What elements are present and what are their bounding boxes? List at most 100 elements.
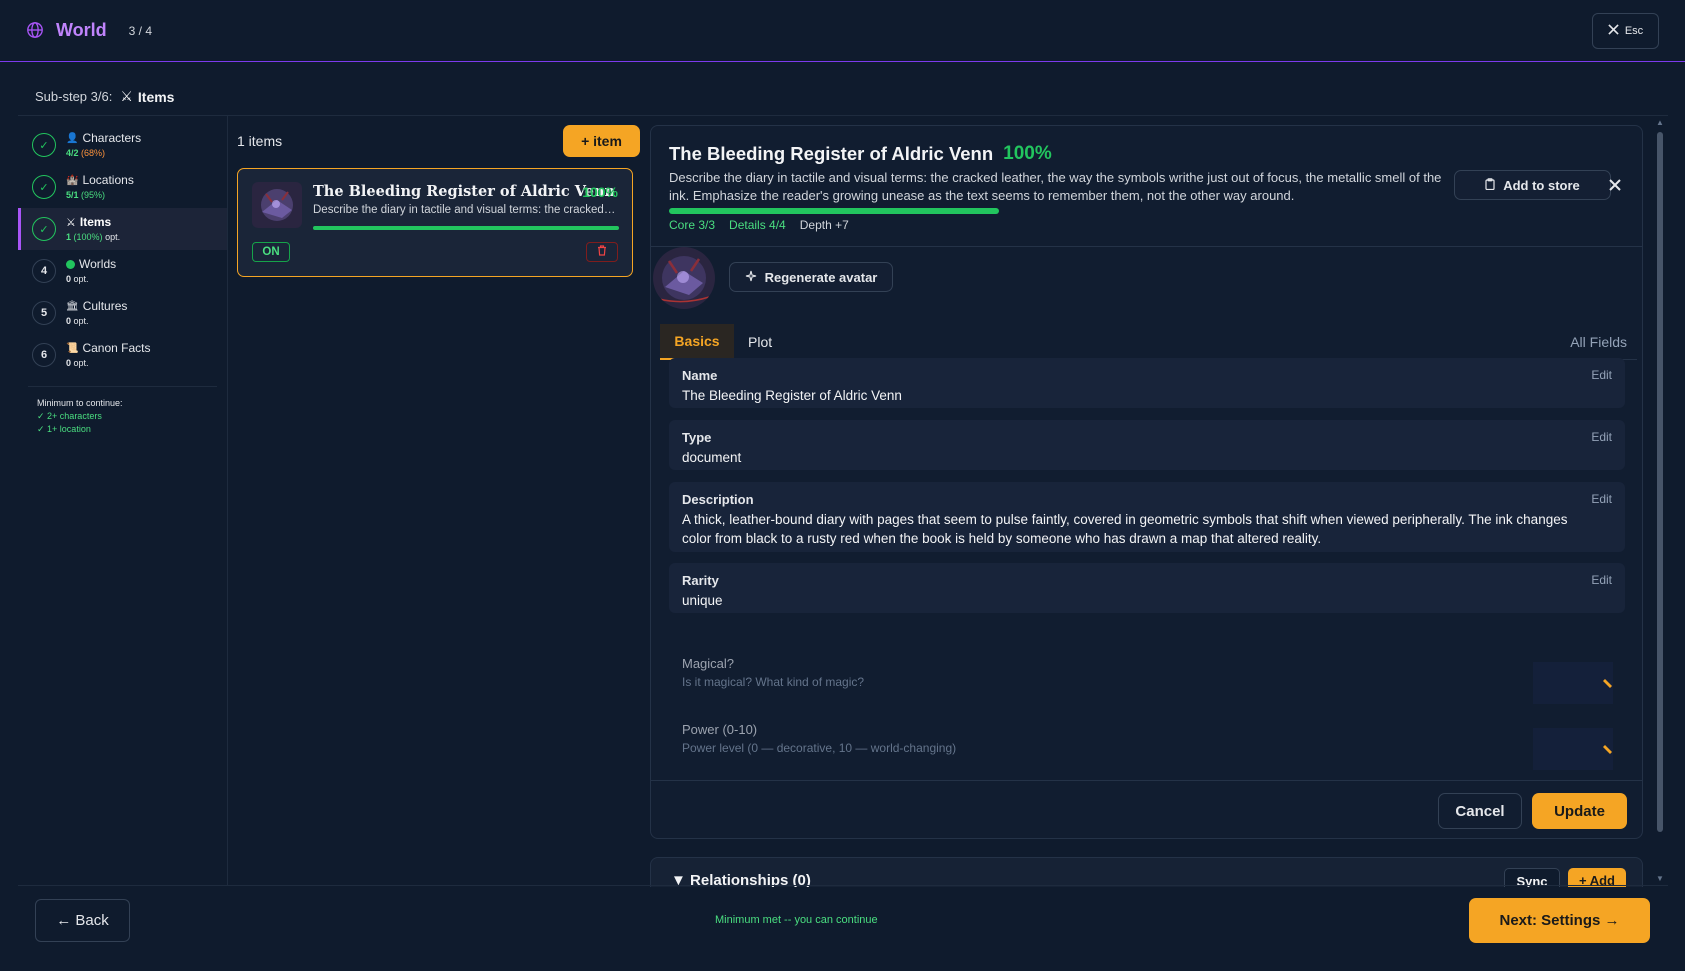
item-description: Describe the diary in tactile and visual… — [313, 204, 618, 216]
step-opt: opt. — [73, 315, 89, 326]
trash-icon — [597, 243, 607, 261]
scroll-up-icon[interactable]: ▲ — [1656, 118, 1664, 127]
sidebar-item-label: Canon Facts — [82, 340, 151, 355]
detail-completion: 100% — [1003, 143, 1052, 164]
check-icon: ✓ — [32, 133, 56, 157]
step-pct: (100%) — [73, 231, 103, 242]
close-detail-icon[interactable] — [1609, 178, 1621, 196]
item-card[interactable]: The Bleeding Register of Aldric Venn 100… — [237, 168, 633, 277]
scrollbar-thumb[interactable] — [1657, 132, 1663, 832]
edit-type-button[interactable]: Edit — [1591, 430, 1612, 444]
field-label: Magical? — [682, 656, 735, 671]
field-label: Type — [682, 430, 712, 445]
details-stat: Details 4/4 — [729, 218, 786, 232]
divider — [651, 246, 1642, 247]
items-list: 1 items + item The Bleeding Register of … — [229, 116, 640, 885]
item-progress-bar — [313, 226, 619, 230]
sidebar-item-canon-facts[interactable]: 6 📜 Canon Facts 0 opt. — [18, 334, 227, 376]
add-to-store-label: Add to store — [1503, 177, 1580, 193]
field-hint: Is it magical? What kind of magic? — [682, 675, 865, 689]
sidebar-item-items[interactable]: ✓ ⚔ Items 1 (100%) opt. — [18, 208, 227, 250]
detail-tabs: Basics Plot All Fields — [660, 324, 1637, 360]
top-bar: World 3 / 4 — [0, 0, 1685, 62]
add-to-store-button[interactable]: Add to store — [1454, 170, 1611, 200]
sidebar-item-label: Cultures — [82, 298, 128, 313]
regenerate-avatar-button[interactable]: Regenerate avatar — [729, 262, 893, 292]
step-pct: (68%) — [81, 147, 106, 158]
step-count: 1 — [66, 231, 72, 242]
field-name: Name The Bleeding Register of Aldric Ven… — [669, 358, 1625, 408]
pencil-icon[interactable] — [1533, 728, 1613, 770]
item-detail-panel: The Bleeding Register of Aldric Venn 100… — [650, 125, 1643, 839]
crossed-swords-icon: ⚔ — [120, 88, 133, 104]
step-sidebar: ✓ 👤 Characters 4/2 (68%) ✓ 🏰 Locations 5/1… — [18, 116, 228, 885]
items-count: 1 items — [237, 133, 283, 149]
scrollbar[interactable]: ▲ ▼ — [1654, 116, 1666, 885]
field-hint: Power level (0 — decorative, 10 — world-… — [682, 741, 957, 755]
item-enabled-toggle[interactable]: ON — [252, 242, 290, 262]
globe-icon — [26, 21, 46, 41]
sidebar-item-locations[interactable]: ✓ 🏰 Locations 5/1 (95%) — [18, 166, 227, 208]
back-button[interactable]: ← Back — [35, 899, 130, 942]
scroll-down-icon[interactable]: ▼ — [1656, 874, 1664, 883]
sidebar-item-worlds[interactable]: 4 Worlds 0 opt. — [18, 250, 227, 292]
close-button[interactable]: Esc — [1592, 13, 1659, 49]
substep-label: Sub-step 3/6: — [35, 89, 113, 104]
regenerate-avatar-label: Regenerate avatar — [764, 269, 878, 285]
globe-icon — [66, 260, 75, 270]
detail-description: Describe the diary in tactile and visual… — [669, 170, 1442, 203]
field-power[interactable]: Power (0-10) Power level (0 — decorative… — [669, 712, 1625, 770]
minimum-requirements: Minimum to continue: ✓ 2+ characters ✓ 1… — [18, 387, 227, 436]
edit-name-button[interactable]: Edit — [1591, 368, 1612, 382]
step-count: 0 — [66, 315, 72, 326]
depth-stat: Depth +7 — [799, 218, 849, 232]
step-count: 0 — [66, 273, 72, 284]
add-item-button[interactable]: + item — [563, 125, 640, 157]
edit-rarity-button[interactable]: Edit — [1591, 573, 1612, 587]
requirement-characters: ✓ 2+ characters — [37, 411, 102, 422]
substep-current: ⚔ Items — [120, 88, 174, 105]
wizard-title: World — [56, 20, 107, 40]
step-number: 4 — [32, 259, 56, 283]
step-count: 5/1 — [66, 189, 79, 200]
clipboard-icon — [1485, 177, 1495, 193]
detail-stats: Core 3/3 Details 4/4 Depth +7 — [669, 218, 849, 232]
field-label: Rarity — [682, 573, 719, 588]
field-description: Description A thick, leather-bound diary… — [669, 482, 1625, 552]
field-rarity: Rarity unique Edit — [669, 563, 1625, 613]
delete-item-button[interactable] — [586, 242, 618, 262]
field-value: unique — [682, 593, 723, 608]
update-button[interactable]: Update — [1532, 793, 1627, 829]
field-label: Name — [682, 368, 718, 383]
next-button[interactable]: Next: Settings → — [1469, 898, 1650, 943]
sidebar-item-characters[interactable]: ✓ 👤 Characters 4/2 (68%) — [18, 124, 227, 166]
item-completion: 100% — [582, 184, 618, 200]
sidebar-item-label: Worlds — [79, 256, 117, 271]
detail-progress-bar — [669, 208, 999, 214]
sidebar-item-cultures[interactable]: 5 🏛 Cultures 0 opt. — [18, 292, 227, 334]
field-magical[interactable]: Magical? Is it magical? What kind of mag… — [669, 646, 1625, 704]
close-icon — [1608, 24, 1619, 38]
step-count: 4/2 — [66, 147, 79, 158]
pencil-icon[interactable] — [1533, 662, 1613, 704]
step-opt: opt. — [105, 231, 121, 242]
check-icon: ✓ — [32, 217, 56, 241]
scroll-icon: 📜 — [66, 343, 79, 355]
crossed-swords-icon: ⚔ — [66, 216, 76, 229]
edit-description-button[interactable]: Edit — [1591, 492, 1612, 506]
step-pct: (95%) — [81, 189, 106, 200]
field-value: The Bleeding Register of Aldric Venn — [682, 388, 902, 403]
sidebar-item-label: Characters — [82, 130, 142, 145]
wizard-progress: 3 / 4 — [128, 23, 153, 38]
temple-icon: 🏛 — [66, 301, 79, 313]
tab-basics[interactable]: Basics — [660, 324, 734, 360]
relationships-section: ▼ Relationships (0) Sync + Add — [650, 857, 1643, 887]
item-avatar — [653, 247, 715, 309]
field-value: A thick, leather-bound diary with pages … — [682, 512, 1568, 546]
esc-label: Esc — [1624, 25, 1644, 37]
field-type: Type document Edit — [669, 420, 1625, 470]
tab-all-fields[interactable]: All Fields — [1570, 324, 1627, 360]
tab-plot[interactable]: Plot — [748, 324, 772, 360]
cancel-button[interactable]: Cancel — [1438, 793, 1522, 829]
item-thumbnail — [252, 182, 302, 228]
